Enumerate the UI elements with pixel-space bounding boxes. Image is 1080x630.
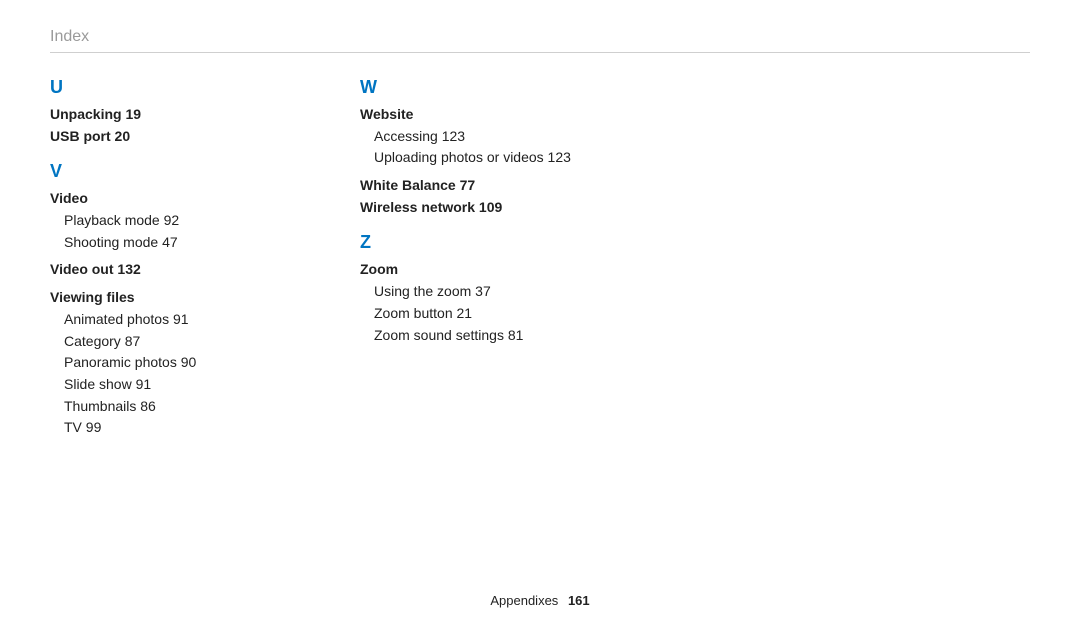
page-footer: Appendixes 161 [0,593,1080,608]
letter-heading-z: Z [360,232,580,253]
index-entry: White Balance 77 [360,175,580,197]
index-entry: Zoom [360,259,580,281]
index-column-1: U Unpacking 19 USB port 20 V Video Playb… [50,77,270,445]
index-subentry: Playback mode 92 [50,210,270,232]
index-entry: USB port 20 [50,126,270,148]
index-subentry: Zoom sound settings 81 [360,325,580,347]
page-header: Index [50,28,1030,53]
index-entry: Viewing files [50,287,270,309]
index-subentry: Using the zoom 37 [360,281,580,303]
index-entry: Video out 132 [50,259,270,281]
index-subentry: Shooting mode 47 [50,232,270,254]
index-subentry: Uploading photos or videos 123 [360,147,580,169]
index-entry: Wireless network 109 [360,197,580,219]
footer-page-number: 161 [568,593,590,608]
footer-section: Appendixes [490,593,558,608]
index-subentry: Accessing 123 [360,126,580,148]
letter-heading-u: U [50,77,270,98]
index-entry: Video [50,188,270,210]
index-subentry: Slide show 91 [50,374,270,396]
letter-heading-v: V [50,161,270,182]
index-subentry: Animated photos 91 [50,309,270,331]
index-subentry: Thumbnails 86 [50,396,270,418]
index-subentry: TV 99 [50,417,270,439]
index-subentry: Category 87 [50,331,270,353]
index-subentry: Zoom button 21 [360,303,580,325]
index-entry: Unpacking 19 [50,104,270,126]
index-entry: Website [360,104,580,126]
index-column-2: W Website Accessing 123 Uploading photos… [360,77,580,445]
index-subentry: Panoramic photos 90 [50,352,270,374]
index-columns: U Unpacking 19 USB port 20 V Video Playb… [50,77,1030,445]
letter-heading-w: W [360,77,580,98]
